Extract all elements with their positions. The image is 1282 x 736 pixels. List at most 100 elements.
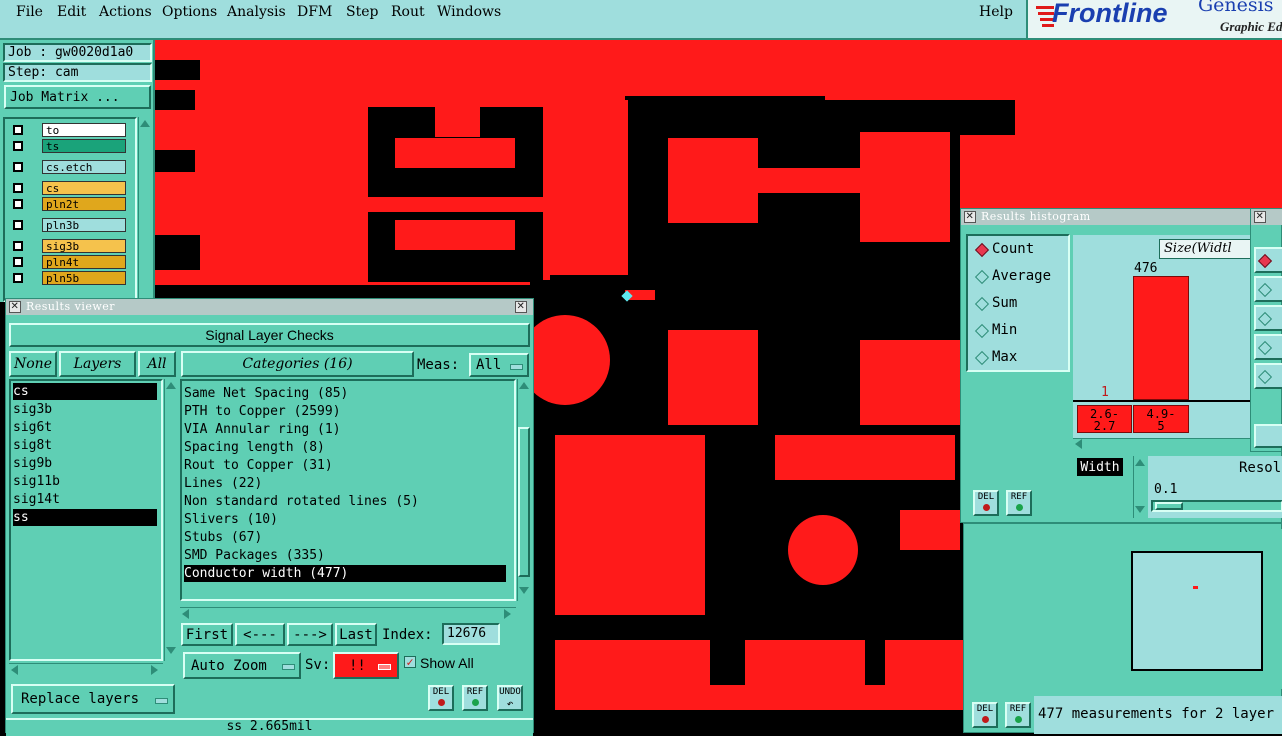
show-all-checkbox[interactable]: ✓ [404, 656, 416, 668]
menu-help[interactable]: Help [979, 4, 1013, 20]
scroll-up-icon[interactable] [1135, 459, 1145, 466]
layer-list-scrollbar[interactable] [138, 117, 152, 302]
auto-zoom-dropdown[interactable]: Auto Zoom [183, 652, 301, 679]
list-item[interactable]: Spacing length (8) [184, 439, 325, 456]
none-button[interactable]: None [9, 351, 57, 377]
all-button[interactable]: All [138, 351, 176, 377]
list-item[interactable]: cs [13, 383, 157, 400]
close-icon[interactable]: ✕ [515, 301, 527, 313]
layers-scrollbar[interactable] [164, 379, 178, 661]
menu-actions[interactable]: Actions [99, 4, 152, 20]
side-window-titlebar[interactable]: ✕ [1251, 209, 1282, 225]
layers-listbox[interactable]: cs sig3b sig6t sig8t sig9b sig11b sig14t… [9, 379, 163, 661]
undo-button[interactable]: UNDO ↶ [497, 685, 523, 711]
list-item[interactable]: VIA Annular ring (1) [184, 421, 341, 438]
list-item[interactable]: Slivers (10) [184, 511, 278, 528]
scroll-down-icon[interactable] [1135, 506, 1145, 513]
side-option[interactable] [1254, 305, 1282, 331]
menu-windows[interactable]: Windows [437, 4, 501, 20]
layer-toggle-pln2t[interactable] [13, 199, 23, 209]
last-button[interactable]: Last [335, 623, 377, 646]
list-item[interactable]: Non standard rotated lines (5) [184, 493, 419, 510]
scroll-right-icon[interactable] [151, 665, 158, 675]
menu-rout[interactable]: Rout [391, 4, 425, 20]
window-menu-icon[interactable]: ✕ [1254, 211, 1266, 223]
list-item[interactable]: sig9b [13, 455, 52, 472]
slider-handle[interactable] [1155, 502, 1183, 510]
layer-chip-cs-etch[interactable]: cs.etch [42, 160, 126, 174]
sum-radio[interactable] [974, 296, 990, 312]
bin-label[interactable]: 2.6- 2.7 [1077, 405, 1132, 433]
categories-hscrollbar[interactable] [180, 607, 516, 620]
ref-button[interactable]: REF [1006, 490, 1032, 516]
histogram-bar[interactable] [1133, 276, 1189, 400]
list-item[interactable]: sig14t [13, 491, 60, 508]
categories-scrollbar[interactable] [517, 379, 530, 601]
scroll-down-icon[interactable] [519, 587, 529, 594]
bin-label[interactable]: 4.9- 5 [1133, 405, 1189, 433]
count-radio[interactable] [974, 242, 990, 258]
max-radio[interactable] [974, 350, 990, 366]
menu-edit[interactable]: Edit [57, 4, 86, 20]
side-option[interactable] [1254, 276, 1282, 302]
histogram-titlebar[interactable]: ✕ Results histogram [961, 209, 1282, 225]
severity-dropdown[interactable]: !! [333, 652, 399, 679]
categories-button[interactable]: Categories (16) [181, 351, 414, 377]
categories-listbox[interactable]: Same Net Spacing (85) PTH to Copper (259… [180, 379, 516, 601]
layer-chip-pln4t[interactable]: pln4t [42, 255, 126, 269]
scroll-left-icon[interactable] [11, 665, 18, 675]
list-item-selected[interactable]: Conductor width (477) [184, 565, 506, 582]
layers-button[interactable]: Layers [59, 351, 136, 377]
layer-toggle-to[interactable] [13, 125, 23, 135]
del-button[interactable]: DEL [972, 702, 998, 728]
results-viewer-titlebar[interactable]: ✕ Results viewer ✕ [6, 299, 533, 315]
list-item[interactable]: ss [13, 509, 157, 526]
list-item[interactable]: Lines (22) [184, 475, 262, 492]
scroll-left-icon[interactable] [182, 609, 189, 619]
average-radio[interactable] [974, 269, 990, 285]
layer-chip-to[interactable]: to [42, 123, 126, 137]
side-button[interactable] [1254, 424, 1282, 448]
scroll-up-icon[interactable] [140, 120, 150, 127]
window-menu-icon[interactable]: ✕ [9, 301, 21, 313]
scroll-up-icon[interactable] [166, 382, 176, 389]
job-matrix-button[interactable]: Job Matrix ... [4, 85, 151, 109]
layer-toggle-pln5b[interactable] [13, 273, 23, 283]
list-item[interactable]: sig6t [13, 419, 52, 436]
layer-toggle-cs-etch[interactable] [13, 162, 23, 172]
side-option[interactable] [1254, 247, 1282, 273]
list-item[interactable]: Rout to Copper (31) [184, 457, 333, 474]
layer-chip-cs[interactable]: cs [42, 181, 126, 195]
plot-hscrollbar[interactable] [1073, 438, 1251, 450]
next-button[interactable]: ---> [287, 623, 333, 646]
layer-toggle-pln3b[interactable] [13, 220, 23, 230]
layer-chip-pln2t[interactable]: pln2t [42, 197, 126, 211]
replace-layers-dropdown[interactable]: Replace layers [11, 684, 175, 714]
layer-toggle-sig3b[interactable] [13, 241, 23, 251]
layer-chip-ts[interactable]: ts [42, 139, 126, 153]
list-item[interactable]: sig11b [13, 473, 60, 490]
menu-options[interactable]: Options [162, 4, 217, 20]
size-selector[interactable]: Size(Widtl [1159, 239, 1251, 259]
ref-button[interactable]: REF [1005, 702, 1031, 728]
menu-file[interactable]: File [16, 4, 43, 20]
index-input[interactable]: 12676 [442, 623, 500, 645]
min-radio[interactable] [974, 323, 990, 339]
layer-chip-sig3b[interactable]: sig3b [42, 239, 126, 253]
first-button[interactable]: First [181, 623, 233, 646]
layer-toggle-cs[interactable] [13, 183, 23, 193]
list-item[interactable]: sig8t [13, 437, 52, 454]
meas-dropdown[interactable]: All [469, 353, 529, 377]
scroll-down-icon[interactable] [166, 647, 176, 654]
layer-toggle-ts[interactable] [13, 141, 23, 151]
layer-chip-pln3b[interactable]: pln3b [42, 218, 126, 232]
prev-button[interactable]: <--- [235, 623, 285, 646]
list-item[interactable]: Stubs (67) [184, 529, 262, 546]
side-option[interactable] [1254, 363, 1282, 389]
del-button[interactable]: DEL [973, 490, 999, 516]
layer-chip-pln5b[interactable]: pln5b [42, 271, 126, 285]
ref-button[interactable]: REF [462, 685, 488, 711]
menu-step[interactable]: Step [346, 4, 378, 20]
list-item[interactable]: sig3b [13, 401, 52, 418]
scroll-up-icon[interactable] [519, 382, 529, 389]
